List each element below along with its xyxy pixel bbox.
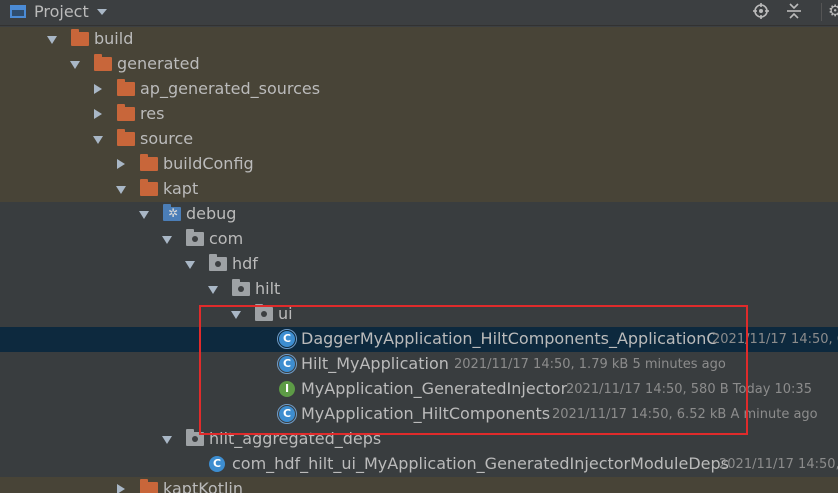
tree-row-ui[interactable]: ui	[0, 302, 838, 327]
project-tool-window: Project ⚙ build generated ap_generated_s…	[0, 0, 838, 493]
tree-row-hilt-myapplication[interactable]: C Hilt_MyApplication 2021/11/17 14:50, 1…	[0, 352, 838, 377]
tree-row-kapt[interactable]: kapt	[0, 177, 838, 202]
tree-label: com	[209, 229, 244, 248]
tree-row-kaptkotlin[interactable]: kaptKotlin	[0, 477, 838, 493]
project-title[interactable]: Project	[34, 2, 89, 21]
abstract-class-icon: C	[277, 354, 297, 374]
dropdown-icon[interactable]	[97, 9, 107, 15]
tree-row-hilt[interactable]: hilt	[0, 277, 838, 302]
tree-label: com_hdf_hilt_ui_MyApplication_GeneratedI…	[232, 454, 729, 473]
project-header: Project ⚙	[0, 0, 838, 26]
file-meta: 2021/11/17 14:50, 580 B Today 10:35	[566, 382, 812, 397]
folder-icon	[94, 54, 112, 71]
package-icon	[232, 279, 250, 296]
tree-label: kapt	[163, 179, 199, 198]
collapsed-arrow-icon[interactable]	[117, 484, 125, 493]
expand-arrow-icon[interactable]	[116, 186, 126, 194]
generated-source-folder-icon	[163, 204, 181, 221]
tree-label: debug	[186, 204, 237, 223]
folder-icon	[117, 104, 135, 121]
header-separator	[821, 3, 822, 21]
tree-row-dagger-component[interactable]: C DaggerMyApplication_HiltComponents_App…	[0, 327, 838, 352]
collapsed-arrow-icon[interactable]	[117, 159, 125, 169]
collapsed-arrow-icon[interactable]	[94, 84, 102, 94]
package-icon	[255, 304, 273, 321]
folder-icon	[71, 29, 89, 46]
interface-icon: I	[279, 381, 295, 397]
tree-row-com[interactable]: com	[0, 227, 838, 252]
project-icon	[10, 5, 26, 18]
folder-icon	[117, 129, 135, 146]
tree-label: DaggerMyApplication_HiltComponents_Appli…	[301, 329, 718, 348]
tree-label: hilt_aggregated_deps	[209, 429, 382, 448]
tree-label: MyApplication_GeneratedInjector	[301, 379, 568, 398]
tree-label: ui	[278, 304, 293, 323]
tree-label: buildConfig	[163, 154, 254, 173]
tree-label: Hilt_MyApplication	[301, 354, 449, 373]
tree-label: MyApplication_HiltComponents	[301, 404, 551, 423]
expand-arrow-icon[interactable]	[208, 286, 218, 294]
tree-row-generated-injector[interactable]: I MyApplication_GeneratedInjector 2021/1…	[0, 377, 838, 402]
tree-row-buildconfig[interactable]: buildConfig	[0, 152, 838, 177]
tree-row-res[interactable]: res	[0, 102, 838, 127]
expand-arrow-icon[interactable]	[231, 311, 241, 319]
tree-label: source	[140, 129, 194, 148]
tree-label: hilt	[255, 279, 281, 298]
class-icon: C	[209, 456, 225, 472]
gear-icon[interactable]: ⚙	[828, 1, 838, 20]
folder-icon	[140, 154, 158, 171]
tree-row-hdf[interactable]: hdf	[0, 252, 838, 277]
folder-icon	[117, 79, 135, 96]
tree-label: hdf	[232, 254, 258, 273]
generated-class-icon: C	[277, 404, 297, 424]
tree-row-ap-generated-sources[interactable]: ap_generated_sources	[0, 77, 838, 102]
tree-row-debug[interactable]: debug	[0, 202, 838, 227]
folder-icon	[140, 179, 158, 196]
tree-row-build[interactable]: build	[0, 27, 838, 52]
file-meta: 2021/11/17 14:50, 6	[712, 332, 838, 347]
generated-class-icon: C	[277, 329, 297, 349]
tree-label: kaptKotlin	[163, 479, 244, 493]
tree-label: build	[94, 29, 134, 48]
tree-row-module-deps[interactable]: C com_hdf_hilt_ui_MyApplication_Generate…	[0, 452, 838, 477]
file-meta: 2021/11/17 14:50,	[719, 457, 838, 472]
tree-row-generated[interactable]: generated	[0, 52, 838, 77]
package-icon	[209, 254, 227, 271]
expand-arrow-icon[interactable]	[185, 261, 195, 269]
expand-arrow-icon[interactable]	[162, 436, 172, 444]
package-icon	[186, 229, 204, 246]
tree-label: ap_generated_sources	[140, 79, 321, 98]
tree-row-hilt-aggregated-deps[interactable]: hilt_aggregated_deps	[0, 427, 838, 452]
tree-row-source[interactable]: source	[0, 127, 838, 152]
collapsed-arrow-icon[interactable]	[94, 109, 102, 119]
expand-arrow-icon[interactable]	[139, 211, 149, 219]
locate-icon[interactable]	[753, 3, 769, 19]
file-meta: 2021/11/17 14:50, 1.79 kB 5 minutes ago	[454, 357, 726, 372]
file-meta: 2021/11/17 14:50, 6.52 kB A minute ago	[552, 407, 818, 422]
tree-row-hilt-components[interactable]: C MyApplication_HiltComponents 2021/11/1…	[0, 402, 838, 427]
folder-icon	[140, 479, 158, 493]
expand-arrow-icon[interactable]	[93, 136, 103, 144]
package-icon	[186, 429, 204, 446]
tree-label: res	[140, 104, 165, 123]
collapse-all-icon[interactable]	[786, 3, 802, 19]
tree-label: generated	[117, 54, 200, 73]
expand-arrow-icon[interactable]	[47, 36, 57, 44]
expand-arrow-icon[interactable]	[70, 61, 80, 69]
expand-arrow-icon[interactable]	[162, 236, 172, 244]
